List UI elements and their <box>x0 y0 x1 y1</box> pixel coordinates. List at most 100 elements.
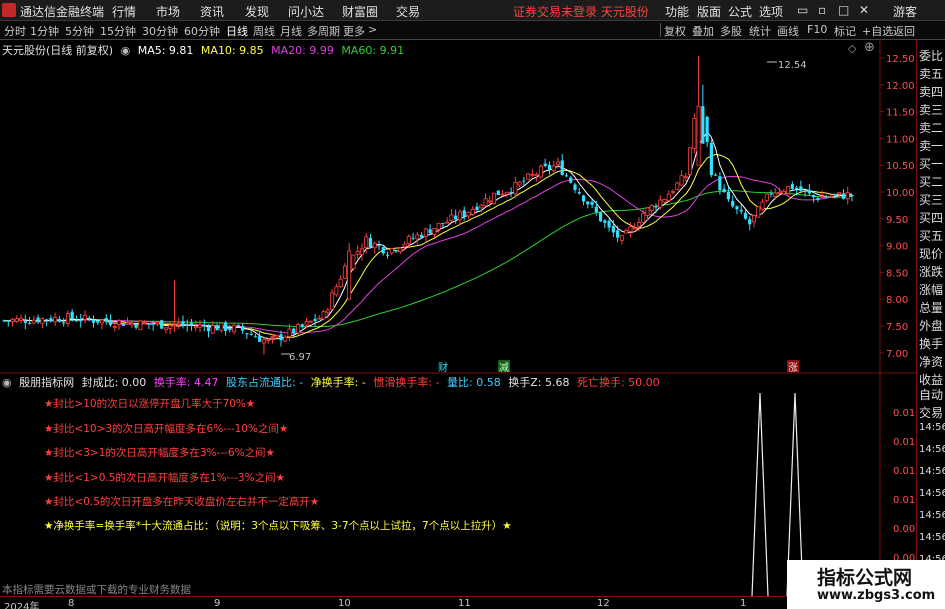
ma5-path <box>3 130 853 340</box>
login-warning[interactable]: 证券交易未登录 天元股份 <box>513 3 649 20</box>
menu-layout[interactable]: 版面 <box>697 3 721 20</box>
btn-adjust[interactable]: 复权 <box>664 23 686 39</box>
menu-function[interactable]: 功能 <box>665 3 689 20</box>
minimize-icon[interactable]: ▭ <box>797 3 808 17</box>
candle-body <box>368 237 373 248</box>
candle-body <box>564 175 569 177</box>
candle-body <box>292 328 296 334</box>
candle-body <box>151 322 155 325</box>
close-icon[interactable]: ✕ <box>859 3 869 17</box>
period-more[interactable]: 更多 <box>343 23 365 39</box>
menu-options[interactable]: 选项 <box>759 3 783 20</box>
candle-body <box>590 201 594 205</box>
candle-body <box>658 199 663 208</box>
marker-reduce[interactable]: 减 <box>499 362 509 374</box>
marker-rise[interactable]: 涨 <box>788 362 798 374</box>
candle-body <box>65 313 70 324</box>
side-panel-label: 卖五 <box>919 67 944 81</box>
candle-body <box>210 325 215 334</box>
candle-body <box>718 176 722 191</box>
candle-body <box>325 309 330 313</box>
btn-mark[interactable]: 标记 <box>834 23 856 39</box>
menu-discover[interactable]: 发现 <box>245 3 269 20</box>
indicator-y-tick: 0.01 <box>893 495 915 506</box>
menu-trade[interactable]: 交易 <box>396 3 420 20</box>
period-1min[interactable]: 1分钟 <box>30 23 59 39</box>
candle-body <box>756 206 761 218</box>
candle-body <box>522 180 526 182</box>
restore-icon[interactable]: ▫ <box>818 3 826 17</box>
candle-body <box>338 278 343 287</box>
candle-body <box>705 116 709 143</box>
candle-body <box>845 192 850 200</box>
period-multi[interactable]: 多周期 <box>307 23 340 39</box>
period-monthly[interactable]: 月线 <box>280 23 302 39</box>
btn-add-watchlist[interactable]: +自选 <box>862 23 893 39</box>
period-toolbar: 分时 1分钟 5分钟 15分钟 30分钟 60分钟 日线 周线 月线 多周期 更… <box>0 21 945 40</box>
quote-side-panel: 委比 卖五 卖四 卖三 卖二 卖一 买一 买二 买三 买四 买五 现价 涨跌 涨幅 总量 外盘 换手 净资 收益 自动… <box>916 40 945 609</box>
candle-body <box>347 250 352 300</box>
menu-news[interactable]: 资讯 <box>200 3 224 20</box>
candle-body <box>751 215 756 223</box>
ma5-line <box>3 130 853 340</box>
candle-body <box>202 325 206 327</box>
btn-back[interactable]: 返回 <box>893 23 915 39</box>
candle-body <box>726 192 731 200</box>
candlestick-chart[interactable]: 12.50 12.00 11.50 11.00 10.50 10.00 9.50 9.00 8.… <box>0 40 916 375</box>
candle-body <box>334 286 339 296</box>
maximize-icon[interactable]: □ <box>838 3 849 17</box>
candle-body <box>743 212 748 219</box>
candle-body <box>91 319 96 323</box>
candles <box>2 55 854 355</box>
candle-body <box>14 318 19 323</box>
chevron-right-icon[interactable]: > <box>368 23 377 36</box>
candle-body <box>496 190 500 196</box>
menu-assistant[interactable]: 问小达 <box>288 3 324 20</box>
menu-quotes[interactable]: 行情 <box>112 3 136 20</box>
period-15min[interactable]: 15分钟 <box>100 23 136 39</box>
period-daily[interactable]: 日线 <box>226 23 248 39</box>
candle-body <box>300 324 304 327</box>
candle-body <box>607 220 611 228</box>
candle-body <box>398 247 403 253</box>
candle-body <box>40 318 45 324</box>
period-weekly[interactable]: 周线 <box>253 23 275 39</box>
candle-body <box>504 191 509 195</box>
candle-body <box>304 320 309 326</box>
candle-body <box>432 228 437 235</box>
candle-body <box>547 164 552 170</box>
btn-f10[interactable]: F10 <box>807 23 827 36</box>
candle-body <box>487 200 492 203</box>
period-5min[interactable]: 5分钟 <box>65 23 94 39</box>
menu-wealth-circle[interactable]: 财富圈 <box>342 3 378 20</box>
candle-body <box>138 320 143 331</box>
guest-label[interactable]: 游客 <box>893 3 917 20</box>
btn-overlay[interactable]: 叠加 <box>692 23 714 39</box>
marker-finance[interactable]: 财 <box>438 361 448 374</box>
period-30min[interactable]: 30分钟 <box>142 23 178 39</box>
y-tick-label: 9.50 <box>886 215 908 226</box>
period-tick[interactable]: 分时 <box>4 23 26 39</box>
period-60min[interactable]: 60分钟 <box>184 23 220 39</box>
candle-body <box>803 190 807 192</box>
side-panel-label: 现价 <box>919 247 944 261</box>
candle-body <box>27 323 32 325</box>
menu-market[interactable]: 市场 <box>156 3 180 20</box>
candle-body <box>381 247 385 254</box>
menu-formula[interactable]: 公式 <box>728 3 752 20</box>
candle-body <box>790 184 794 189</box>
btn-multi-stock[interactable]: 多股 <box>720 23 742 39</box>
y-axis: 12.50 12.00 11.50 11.00 10.50 10.00 9.50 9.00 8.… <box>880 54 915 360</box>
side-panel-label: 买五 <box>919 229 944 243</box>
indicator-chart[interactable]: 0.010.010.010.010.000.00 <box>0 375 916 596</box>
candle-body <box>799 186 803 192</box>
side-panel-label: 涨跌 <box>919 265 944 279</box>
side-panel-label: 买四 <box>919 211 944 225</box>
candle-body <box>266 339 271 342</box>
side-panel-label: 买三 <box>919 193 944 207</box>
btn-stats[interactable]: 统计 <box>749 23 771 39</box>
x-tick-sep: 9 <box>214 598 221 609</box>
btn-draw-line[interactable]: 画线 <box>777 23 799 39</box>
ma60-line <box>3 190 853 328</box>
candle-body <box>454 215 458 220</box>
